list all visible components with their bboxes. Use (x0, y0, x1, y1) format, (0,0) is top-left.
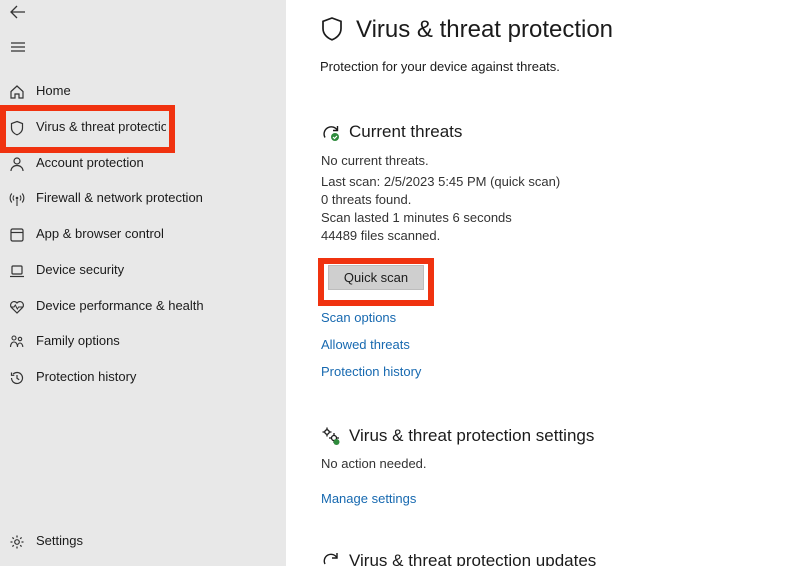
scan-options-link[interactable]: Scan options (321, 310, 396, 325)
sidebar-item-device-performance-health[interactable]: Device performance & health (0, 291, 286, 323)
files-scanned-text: 44489 files scanned. (321, 228, 441, 243)
sidebar-item-label: Account protection (36, 155, 144, 170)
section-title-protection-updates: Virus & threat protection updates (349, 551, 597, 566)
antenna-icon (9, 191, 25, 207)
protection-history-link[interactable]: Protection history (321, 364, 421, 379)
sidebar-item-label: Firewall & network protection (36, 190, 203, 205)
app-window-icon (9, 227, 25, 243)
hamburger-menu-icon[interactable] (10, 41, 26, 53)
sidebar-item-device-security[interactable]: Device security (0, 255, 286, 287)
sidebar-item-label: Settings (36, 533, 83, 548)
page-title: Virus & threat protection (356, 16, 614, 43)
shield-icon (320, 16, 344, 42)
settings-gears-icon (321, 426, 341, 446)
heart-pulse-icon (9, 299, 25, 315)
highlight-box-quick-scan (318, 258, 434, 306)
sidebar-item-family-options[interactable]: Family options (0, 326, 286, 358)
laptop-icon (9, 263, 25, 279)
section-title-protection-settings: Virus & threat protection settings (349, 426, 595, 445)
back-arrow-icon[interactable] (9, 4, 27, 20)
sidebar-item-label: Device security (36, 262, 125, 277)
person-icon (9, 156, 25, 172)
sidebar: Home Virus & threat protectio Account pr… (0, 0, 286, 566)
refresh-check-icon (321, 122, 341, 142)
sidebar-item-label: Protection history (36, 369, 137, 384)
highlight-box-virus-threat (0, 105, 175, 153)
sidebar-item-label: Home (36, 83, 71, 98)
sidebar-item-label: Device performance & health (36, 298, 204, 313)
last-scan-text: Last scan: 2/5/2023 5:45 PM (quick scan) (321, 174, 561, 189)
settings-status-text: No action needed. (321, 456, 427, 471)
page-subtitle: Protection for your device against threa… (320, 59, 560, 74)
sidebar-item-home[interactable]: Home (0, 76, 286, 108)
threats-found-text: 0 threats found. (321, 192, 412, 207)
sidebar-item-label: Family options (36, 333, 120, 348)
manage-settings-link[interactable]: Manage settings (321, 491, 416, 506)
history-icon (9, 370, 25, 386)
sidebar-item-label: App & browser control (36, 226, 164, 241)
main-content: Virus & threat protection Protection for… (286, 0, 800, 566)
status-text: No current threats. (321, 153, 429, 168)
scan-duration-text: Scan lasted 1 minutes 6 seconds (321, 210, 512, 225)
sidebar-item-settings[interactable]: Settings (0, 526, 286, 558)
allowed-threats-link[interactable]: Allowed threats (321, 337, 410, 352)
family-icon (9, 334, 25, 350)
gear-icon (9, 534, 25, 550)
sidebar-item-app-browser-control[interactable]: App & browser control (0, 219, 286, 251)
home-icon (9, 84, 25, 100)
section-title-current-threats: Current threats (349, 122, 463, 141)
sidebar-item-firewall-network-protection[interactable]: Firewall & network protection (0, 183, 286, 215)
refresh-icon (321, 550, 341, 566)
sidebar-item-protection-history[interactable]: Protection history (0, 362, 286, 394)
